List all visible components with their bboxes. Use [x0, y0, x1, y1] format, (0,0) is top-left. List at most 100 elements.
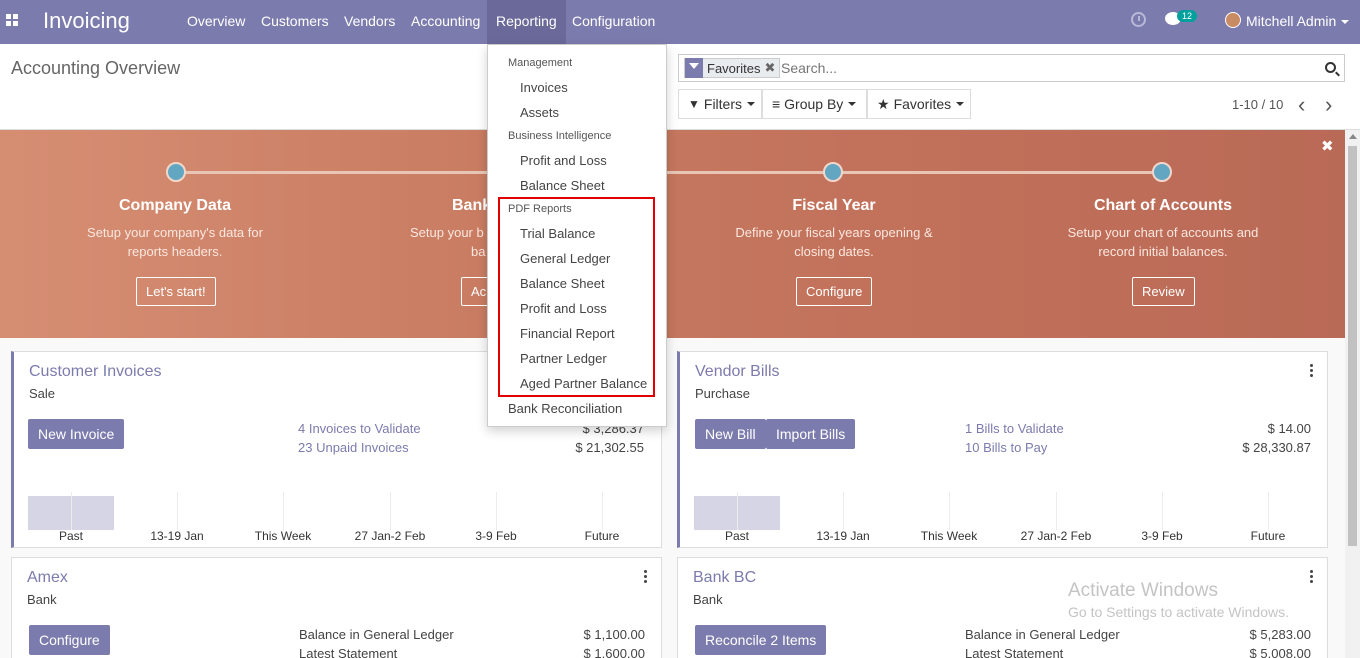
step-dot [1152, 162, 1172, 182]
page-title: Accounting Overview [11, 58, 181, 78]
user-avatar[interactable] [1225, 12, 1241, 28]
apps-menu-icon[interactable] [6, 14, 18, 26]
graph-x-axis: Past 13-19 Jan This Week 27 Jan-2 Feb 3-… [28, 529, 660, 545]
card-title[interactable]: Bank BC [693, 569, 756, 587]
activate-windows-title: Activate Windows [1068, 580, 1218, 601]
menu-item-invoices[interactable]: Invoices [520, 80, 568, 95]
graph-x-axis: Past 13-19 Jan This Week 27 Jan-2 Feb 3-… [694, 529, 1326, 545]
new-bill-button[interactable]: New Bill [695, 419, 766, 449]
step-desc-line: Setup your chart of accounts and [1067, 225, 1259, 240]
favorites-button[interactable]: ★ Favorites [867, 89, 971, 119]
bills-to-validate-link[interactable]: 1 Bills to Validate [965, 421, 1064, 436]
statement-amount: $ 5,008.00 [1249, 646, 1311, 658]
graph-gridline [496, 492, 497, 530]
facet-label: Favorites [707, 60, 761, 76]
app-brand[interactable]: Invoicing [43, 8, 130, 34]
menu-item-balance-sheet-bi[interactable]: Balance Sheet [520, 178, 605, 193]
step-dot [823, 162, 843, 182]
banner-close-icon[interactable]: ✖ [1321, 137, 1334, 155]
pager-next-icon[interactable]: › [1325, 92, 1332, 118]
search-input[interactable] [781, 60, 1281, 76]
graph-label: 27 Jan-2 Feb [1020, 529, 1092, 543]
graph-label: 13-19 Jan [816, 529, 870, 543]
filter-icon [685, 58, 703, 78]
menu-reporting[interactable]: Reporting [487, 0, 566, 44]
menu-item-bank-reconciliation[interactable]: Bank Reconciliation [508, 401, 622, 416]
bills-to-validate-amount: $ 14.00 [1267, 421, 1311, 436]
search-facet: Favorites ✖ [684, 58, 781, 78]
graph-label: Past [58, 529, 83, 543]
activity-clock-icon[interactable] [1131, 12, 1146, 27]
step-description: Setup your company's data for reports hea… [65, 223, 285, 261]
pager-previous-icon[interactable]: ‹ [1298, 92, 1305, 118]
bills-graph[interactable] [694, 492, 1326, 530]
step-desc-line: closing dates. [794, 244, 874, 259]
bills-to-pay-link[interactable]: 10 Bills to Pay [965, 440, 1047, 455]
menu-overview[interactable]: Overview [178, 0, 254, 44]
graph-label: Future [584, 529, 620, 543]
card-options-icon[interactable] [1310, 364, 1313, 377]
user-menu[interactable]: Mitchell Admin [1246, 13, 1350, 29]
graph-gridline [949, 492, 950, 530]
configure-bank-button[interactable]: Configure [29, 625, 110, 655]
scroll-thumb[interactable] [1348, 146, 1357, 546]
amex-card: Amex Bank Configure Balance in General L… [11, 557, 662, 658]
graph-label: 3-9 Feb [1141, 529, 1183, 543]
caret-down-icon [1341, 20, 1350, 25]
facet-remove-icon[interactable]: ✖ [764, 60, 779, 76]
review-button[interactable]: Review [1132, 277, 1195, 306]
menu-header-business-intelligence: Business Intelligence [508, 130, 612, 142]
group-by-button[interactable]: ≡ Group By [762, 89, 867, 119]
filters-label: Filters [703, 96, 743, 112]
graph-label: Past [724, 529, 749, 543]
new-invoice-button[interactable]: New Invoice [28, 419, 125, 449]
card-options-icon[interactable] [644, 570, 647, 583]
lets-start-button[interactable]: Let's start! [136, 277, 216, 306]
invoice-graph[interactable] [28, 492, 660, 530]
unpaid-invoices-amount: $ 21,302.55 [575, 440, 644, 455]
pager-value[interactable]: 1-10 / 10 [1232, 97, 1283, 112]
graph-label: This Week [254, 529, 312, 543]
step-dot [166, 162, 186, 182]
graph-label: Future [1250, 529, 1286, 543]
card-subtitle: Purchase [695, 386, 750, 401]
filters-button[interactable]: ▼ Filters [678, 89, 762, 119]
configure-fiscal-year-button[interactable]: Configure [796, 277, 873, 306]
page-scrollbar[interactable] [1345, 130, 1360, 658]
graph-label: This Week [920, 529, 978, 543]
menu-item-assets[interactable]: Assets [520, 105, 559, 120]
graph-gridline [71, 492, 72, 530]
menu-item-profit-loss-bi[interactable]: Profit and Loss [520, 153, 607, 168]
scroll-up-arrow-icon[interactable] [1349, 134, 1357, 139]
step-description: Define your fiscal years opening & closin… [724, 223, 944, 261]
group-by-icon: ≡ [772, 96, 781, 112]
menu-configuration[interactable]: Configuration [563, 0, 664, 44]
search-icon[interactable] [1325, 62, 1336, 73]
card-options-icon[interactable] [1310, 570, 1313, 583]
search-bar: Favorites ✖ [678, 54, 1345, 82]
unpaid-invoices-link[interactable]: 23 Unpaid Invoices [298, 440, 409, 455]
graph-gridline [177, 492, 178, 530]
reconcile-items-button[interactable]: Reconcile 2 Items [695, 625, 827, 655]
step-title: Fiscal Year [792, 197, 876, 214]
filter-funnel-icon: ▼ [688, 97, 700, 111]
user-name: Mitchell Admin [1246, 13, 1337, 29]
menu-accounting[interactable]: Accounting [402, 0, 489, 44]
caret-down-icon [956, 102, 965, 106]
import-bills-button[interactable]: Import Bills [766, 419, 856, 449]
step-desc-line: record initial balances. [1098, 244, 1228, 259]
graph-gridline [1056, 492, 1057, 530]
graph-label: 3-9 Feb [475, 529, 517, 543]
card-title[interactable]: Amex [27, 569, 68, 587]
pdf-reports-highlight [498, 197, 655, 397]
menu-vendors[interactable]: Vendors [335, 0, 404, 44]
invoices-to-validate-link[interactable]: 4 Invoices to Validate [298, 421, 421, 436]
menu-customers[interactable]: Customers [252, 0, 338, 44]
step-description: Setup your chart of accounts and record i… [1053, 223, 1273, 261]
graph-gridline [283, 492, 284, 530]
card-title[interactable]: Customer Invoices [29, 363, 162, 381]
statement-label: Latest Statement [299, 646, 398, 658]
step-desc-line: Define your fiscal years opening & [735, 225, 933, 240]
card-title[interactable]: Vendor Bills [695, 363, 780, 381]
top-navbar: Invoicing Overview Customers Vendors Acc… [0, 0, 1360, 44]
